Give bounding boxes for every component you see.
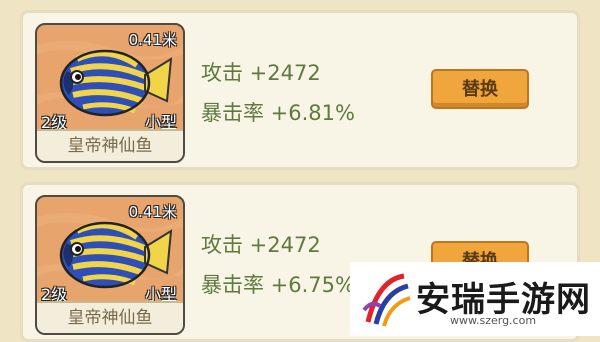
crit-rate-stat: 暴击率 +6.75% xyxy=(201,273,355,297)
fish-portrait[interactable]: 0.41米 2级 小型 皇帝神仙鱼 xyxy=(35,23,185,163)
swap-button[interactable]: 替换 xyxy=(431,69,529,109)
attack-stat: 攻击 +2472 xyxy=(201,233,321,257)
fish-size: 0.41米 xyxy=(128,203,177,221)
attack-stat: 攻击 +2472 xyxy=(201,61,321,85)
fish-name: 皇帝神仙鱼 xyxy=(37,301,183,333)
fish-portrait[interactable]: 0.41米 2级 小型 皇帝神仙鱼 xyxy=(35,195,185,335)
fish-card: 0.41米 2级 小型 皇帝神仙鱼 攻击 +2472 暴击率 +6.81% 替换 xyxy=(20,10,580,170)
crit-rate-stat: 暴击率 +6.81% xyxy=(201,101,355,125)
fish-size: 0.41米 xyxy=(128,31,177,49)
site-logo-icon xyxy=(362,273,411,327)
fish-name: 皇帝神仙鱼 xyxy=(37,129,183,161)
watermark-url: www.szerg.com xyxy=(450,314,537,327)
site-watermark: 安瑞手游网 www.szerg.com xyxy=(350,262,600,336)
